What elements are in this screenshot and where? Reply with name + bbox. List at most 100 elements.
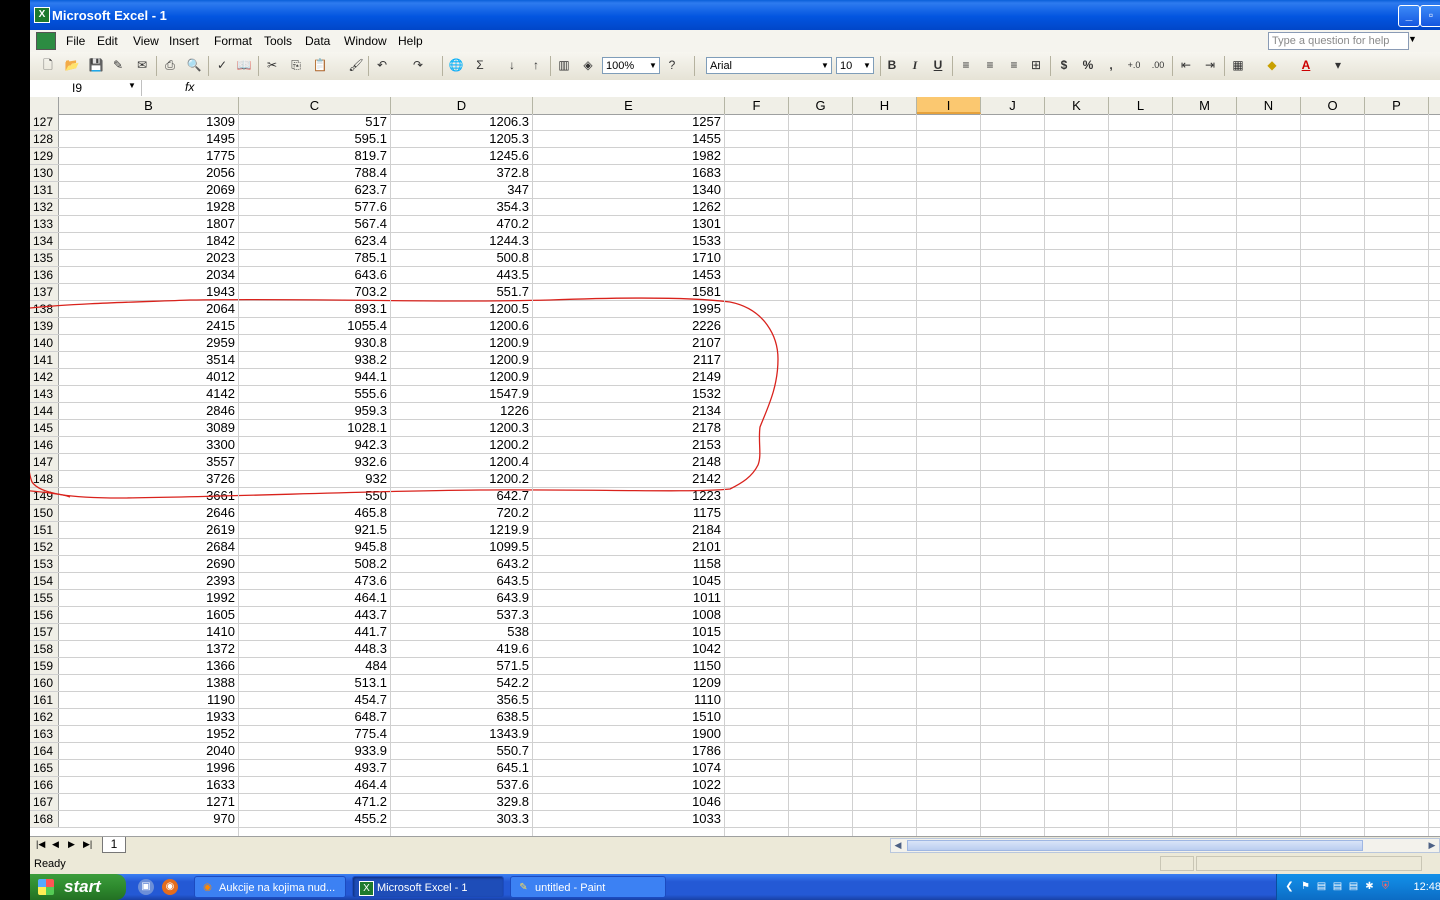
column-header-h[interactable]: H (853, 97, 917, 114)
cut-icon[interactable]: ✂ (264, 57, 280, 73)
cell-b[interactable]: 1190 (59, 692, 239, 708)
research-icon[interactable]: 📖 (236, 57, 252, 73)
menu-format[interactable]: Format (214, 34, 252, 48)
first-sheet-icon[interactable]: |◀ (36, 839, 45, 850)
menu-insert[interactable]: Insert (169, 34, 199, 48)
cell-d[interactable]: 1205.3 (391, 131, 533, 147)
show-desktop-icon[interactable]: ▣ (138, 879, 154, 895)
row-header[interactable]: 148 (30, 471, 59, 487)
sort-descending-icon[interactable]: ↑ (528, 57, 544, 73)
row-header[interactable]: 163 (30, 726, 59, 742)
column-header-l[interactable]: L (1109, 97, 1173, 114)
cell-e[interactable]: 1683 (533, 165, 725, 181)
cell-d[interactable]: 1099.5 (391, 539, 533, 555)
chevron-down-icon[interactable]: ▼ (128, 81, 136, 90)
cell-c[interactable]: 454.7 (239, 692, 391, 708)
cell-d[interactable]: 1200.9 (391, 352, 533, 368)
cell-b[interactable]: 2646 (59, 505, 239, 521)
print-icon[interactable]: ⎙ (162, 57, 178, 73)
column-header-j[interactable]: J (981, 97, 1045, 114)
cell-d[interactable]: 470.2 (391, 216, 533, 232)
cell-b[interactable]: 1775 (59, 148, 239, 164)
formula-input[interactable] (200, 80, 1440, 96)
decrease-decimal-icon[interactable]: .00 (1150, 57, 1166, 73)
row-header[interactable]: 162 (30, 709, 59, 725)
cell-e[interactable]: 1510 (533, 709, 725, 725)
cell-c[interactable]: 703.2 (239, 284, 391, 300)
print-preview-icon[interactable]: 🔍 (186, 57, 202, 73)
row-header[interactable]: 130 (30, 165, 59, 181)
row-header[interactable]: 149 (30, 488, 59, 504)
row-header[interactable]: 155 (30, 590, 59, 606)
sort-ascending-icon[interactable]: ↓ (504, 57, 520, 73)
cell-c[interactable]: 932 (239, 471, 391, 487)
currency-button[interactable]: $ (1056, 57, 1072, 73)
cell-e[interactable]: 1533 (533, 233, 725, 249)
cell-e[interactable]: 1158 (533, 556, 725, 572)
cell-e[interactable]: 2134 (533, 403, 725, 419)
cell-e[interactable]: 2117 (533, 352, 725, 368)
row-header[interactable]: 152 (30, 539, 59, 555)
cell-b[interactable]: 1366 (59, 658, 239, 674)
cell-b[interactable]: 2619 (59, 522, 239, 538)
cell-d[interactable]: 1200.2 (391, 471, 533, 487)
name-box[interactable]: I9 (32, 80, 142, 96)
cell-e[interactable]: 2101 (533, 539, 725, 555)
cell-c[interactable]: 623.7 (239, 182, 391, 198)
cell-e[interactable]: 1033 (533, 811, 725, 827)
chevron-down-icon[interactable]: ▼ (647, 58, 659, 73)
cell-c[interactable]: 465.8 (239, 505, 391, 521)
row-header[interactable]: 151 (30, 522, 59, 538)
cell-e[interactable]: 1262 (533, 199, 725, 215)
row-header[interactable]: 132 (30, 199, 59, 215)
row-header[interactable]: 146 (30, 437, 59, 453)
undo-icon[interactable]: ↶ (374, 57, 390, 73)
cell-b[interactable]: 2040 (59, 743, 239, 759)
cell-e[interactable]: 1982 (533, 148, 725, 164)
chevron-down-icon[interactable]: ▼ (819, 58, 831, 73)
cell-d[interactable]: 1219.9 (391, 522, 533, 538)
cell-e[interactable]: 2178 (533, 420, 725, 436)
cell-b[interactable]: 1928 (59, 199, 239, 215)
align-center-icon[interactable]: ≡ (982, 57, 998, 73)
spreadsheet-grid[interactable]: BCDEFGHIJKLMNOP 127 1309 517 1206.3 1257 128 1… (30, 97, 1440, 836)
cell-b[interactable]: 4142 (59, 386, 239, 402)
help-icon[interactable]: ? (664, 57, 680, 73)
cell-e[interactable]: 1453 (533, 267, 725, 283)
scroll-left-icon[interactable]: ◀ (891, 839, 905, 852)
increase-indent-icon[interactable]: ⇥ (1202, 57, 1218, 73)
cell-c[interactable]: 893.1 (239, 301, 391, 317)
row-header[interactable]: 166 (30, 777, 59, 793)
cell-e[interactable]: 1074 (533, 760, 725, 776)
menu-file[interactable]: File (66, 34, 85, 48)
cell-e[interactable]: 1257 (533, 114, 725, 130)
cell-c[interactable]: 577.6 (239, 199, 391, 215)
cell-e[interactable]: 2153 (533, 437, 725, 453)
cell-b[interactable]: 2684 (59, 539, 239, 555)
cell-e[interactable]: 1900 (533, 726, 725, 742)
cell-b[interactable]: 3661 (59, 488, 239, 504)
cell-e[interactable]: 2142 (533, 471, 725, 487)
cell-d[interactable]: 354.3 (391, 199, 533, 215)
row-header[interactable]: 139 (30, 318, 59, 334)
cell-c[interactable]: 819.7 (239, 148, 391, 164)
cell-e[interactable]: 1175 (533, 505, 725, 521)
copy-icon[interactable]: ⎘ (288, 57, 304, 73)
cell-e[interactable]: 1340 (533, 182, 725, 198)
cell-c[interactable]: 788.4 (239, 165, 391, 181)
cell-b[interactable]: 1633 (59, 777, 239, 793)
row-header[interactable]: 142 (30, 369, 59, 385)
redo-icon[interactable]: ↷ (410, 57, 426, 73)
row-header[interactable]: 165 (30, 760, 59, 776)
cell-b[interactable]: 2846 (59, 403, 239, 419)
cell-c[interactable]: 648.7 (239, 709, 391, 725)
menu-window[interactable]: Window (344, 34, 387, 48)
cell-c[interactable]: 517 (239, 114, 391, 130)
increase-decimal-icon[interactable]: +.0 (1126, 57, 1142, 73)
restore-button[interactable]: ▫ (1420, 5, 1440, 27)
chevron-down-icon[interactable]: ▼ (1408, 34, 1417, 44)
row-header[interactable]: 127 (30, 114, 59, 130)
menu-view[interactable]: View (133, 34, 159, 48)
task-firefox[interactable]: ◉ Aukcije na kojima nud... (194, 876, 346, 898)
chart-wizard-icon[interactable]: ▥ (556, 57, 572, 73)
